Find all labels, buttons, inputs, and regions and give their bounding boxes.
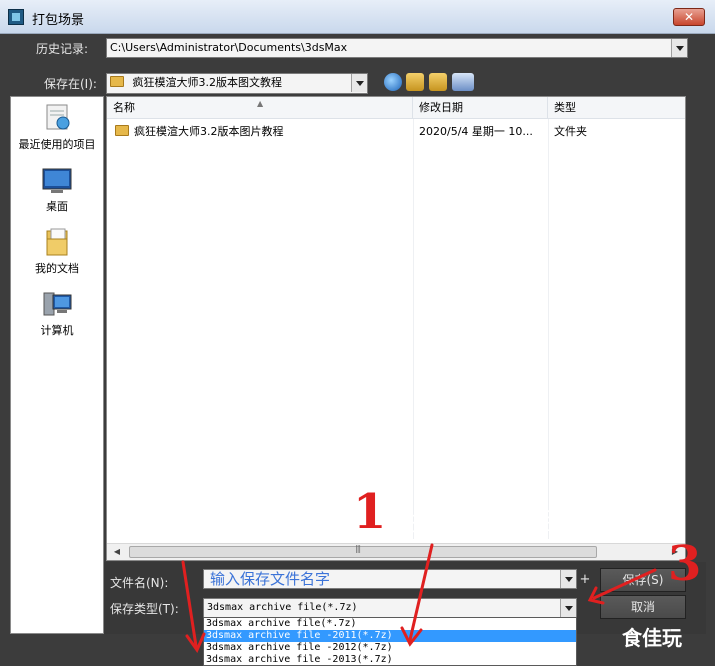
scroll-left-icon[interactable]: ◀ bbox=[109, 546, 125, 558]
file-date-cell: 2020/5/4 星期一 10... bbox=[419, 125, 533, 138]
increment-button[interactable]: + bbox=[576, 570, 594, 590]
save-in-combo[interactable]: 疯狂模渲大师3.2版本图文教程 bbox=[106, 73, 368, 94]
save-in-value: 疯狂模渲大师3.2版本图文教程 bbox=[132, 76, 283, 89]
filetype-dropdown-list[interactable]: 3dsmax archive file(*.7z) 3dsmax archive… bbox=[203, 617, 577, 666]
folder-icon bbox=[110, 76, 124, 87]
file-name: 疯狂模渲大师3.2版本图片教程 bbox=[134, 125, 284, 138]
chevron-down-icon[interactable] bbox=[671, 39, 687, 57]
dropdown-option[interactable]: 3dsmax archive file -2012(*.7z) bbox=[204, 642, 576, 654]
cancel-button[interactable]: 取消 bbox=[600, 595, 686, 619]
place-label: 计算机 bbox=[40, 324, 74, 337]
place-label: 我的文档 bbox=[35, 262, 79, 275]
new-folder-icon[interactable] bbox=[429, 73, 447, 91]
back-icon[interactable] bbox=[384, 73, 402, 91]
computer-icon bbox=[41, 289, 73, 319]
chevron-down-icon[interactable] bbox=[560, 599, 576, 617]
watermark-text: 食佳玩 bbox=[622, 626, 682, 650]
column-divider bbox=[413, 119, 414, 539]
table-row[interactable]: 疯狂模渲大师3.2版本图片教程 2020/5/4 星期一 10... 文件夹 bbox=[107, 122, 685, 142]
chevron-down-icon[interactable] bbox=[560, 570, 576, 588]
file-list[interactable]: 名称 ▲ 修改日期 类型 疯狂模渲大师3.2版本图片教程 2020/5/4 星期… bbox=[106, 96, 686, 561]
history-combo[interactable]: C:\Users\Administrator\Documents\3dsMax bbox=[106, 38, 688, 58]
column-type[interactable]: 类型 bbox=[548, 97, 685, 119]
place-label: 最近使用的项目 bbox=[18, 138, 96, 151]
places-sidebar: 最近使用的项目 桌面 我的文档 计算机 bbox=[10, 96, 104, 634]
place-recent[interactable]: 最近使用的项目 bbox=[11, 103, 103, 152]
column-date[interactable]: 修改日期 bbox=[413, 97, 548, 119]
scrollbar-thumb[interactable] bbox=[129, 544, 597, 558]
dropdown-option[interactable]: 3dsmax archive file(*.7z) bbox=[204, 618, 576, 630]
filetype-select[interactable]: 3dsmax archive file(*.7z) bbox=[203, 598, 577, 618]
view-menu-icon[interactable] bbox=[452, 73, 474, 91]
save-in-label: 保存在(I): bbox=[44, 77, 97, 91]
filename-hint-annotation: 输入保存文件名字 bbox=[210, 570, 331, 588]
desktop-icon bbox=[41, 165, 73, 195]
horizontal-scrollbar[interactable]: ◀ ▶ bbox=[107, 543, 685, 560]
place-label: 桌面 bbox=[46, 200, 68, 213]
app-icon bbox=[8, 9, 24, 25]
title-bar: 打包场景 ✕ bbox=[0, 0, 715, 34]
place-documents[interactable]: 我的文档 bbox=[11, 227, 103, 276]
column-header-row: 名称 ▲ 修改日期 类型 bbox=[107, 97, 685, 119]
step1-text-annotation: 选择打包版本后保存 bbox=[386, 508, 602, 536]
column-divider bbox=[548, 119, 549, 539]
file-name-cell: 疯狂模渲大师3.2版本图片教程 bbox=[115, 122, 411, 142]
window-title: 打包场景 bbox=[32, 13, 85, 28]
up-folder-icon[interactable] bbox=[406, 73, 424, 91]
sort-ascending-icon: ▲ bbox=[257, 99, 264, 108]
place-desktop[interactable]: 桌面 bbox=[11, 165, 103, 214]
file-type-cell: 文件夹 bbox=[554, 125, 587, 138]
step3-number-annotation: 3 bbox=[668, 536, 702, 592]
dropdown-option-selected[interactable]: 3dsmax archive file -2011(*.7z) bbox=[204, 630, 576, 642]
step1-number-annotation: 1 bbox=[353, 484, 387, 540]
filetype-label: 保存类型(T): bbox=[110, 602, 179, 616]
recent-places-icon bbox=[41, 103, 73, 133]
chevron-down-icon[interactable] bbox=[351, 74, 367, 92]
close-button[interactable]: ✕ bbox=[673, 8, 705, 26]
history-value: C:\Users\Administrator\Documents\3dsMax bbox=[110, 41, 348, 54]
history-label: 历史记录: bbox=[36, 42, 89, 56]
dropdown-option[interactable]: 3dsmax archive file -2013(*.7z) bbox=[204, 654, 576, 666]
filetype-value: 3dsmax archive file(*.7z) bbox=[207, 602, 358, 613]
folder-icon bbox=[115, 125, 129, 136]
place-computer[interactable]: 计算机 bbox=[11, 289, 103, 338]
filename-label: 文件名(N): bbox=[110, 576, 169, 590]
documents-icon bbox=[41, 227, 73, 257]
